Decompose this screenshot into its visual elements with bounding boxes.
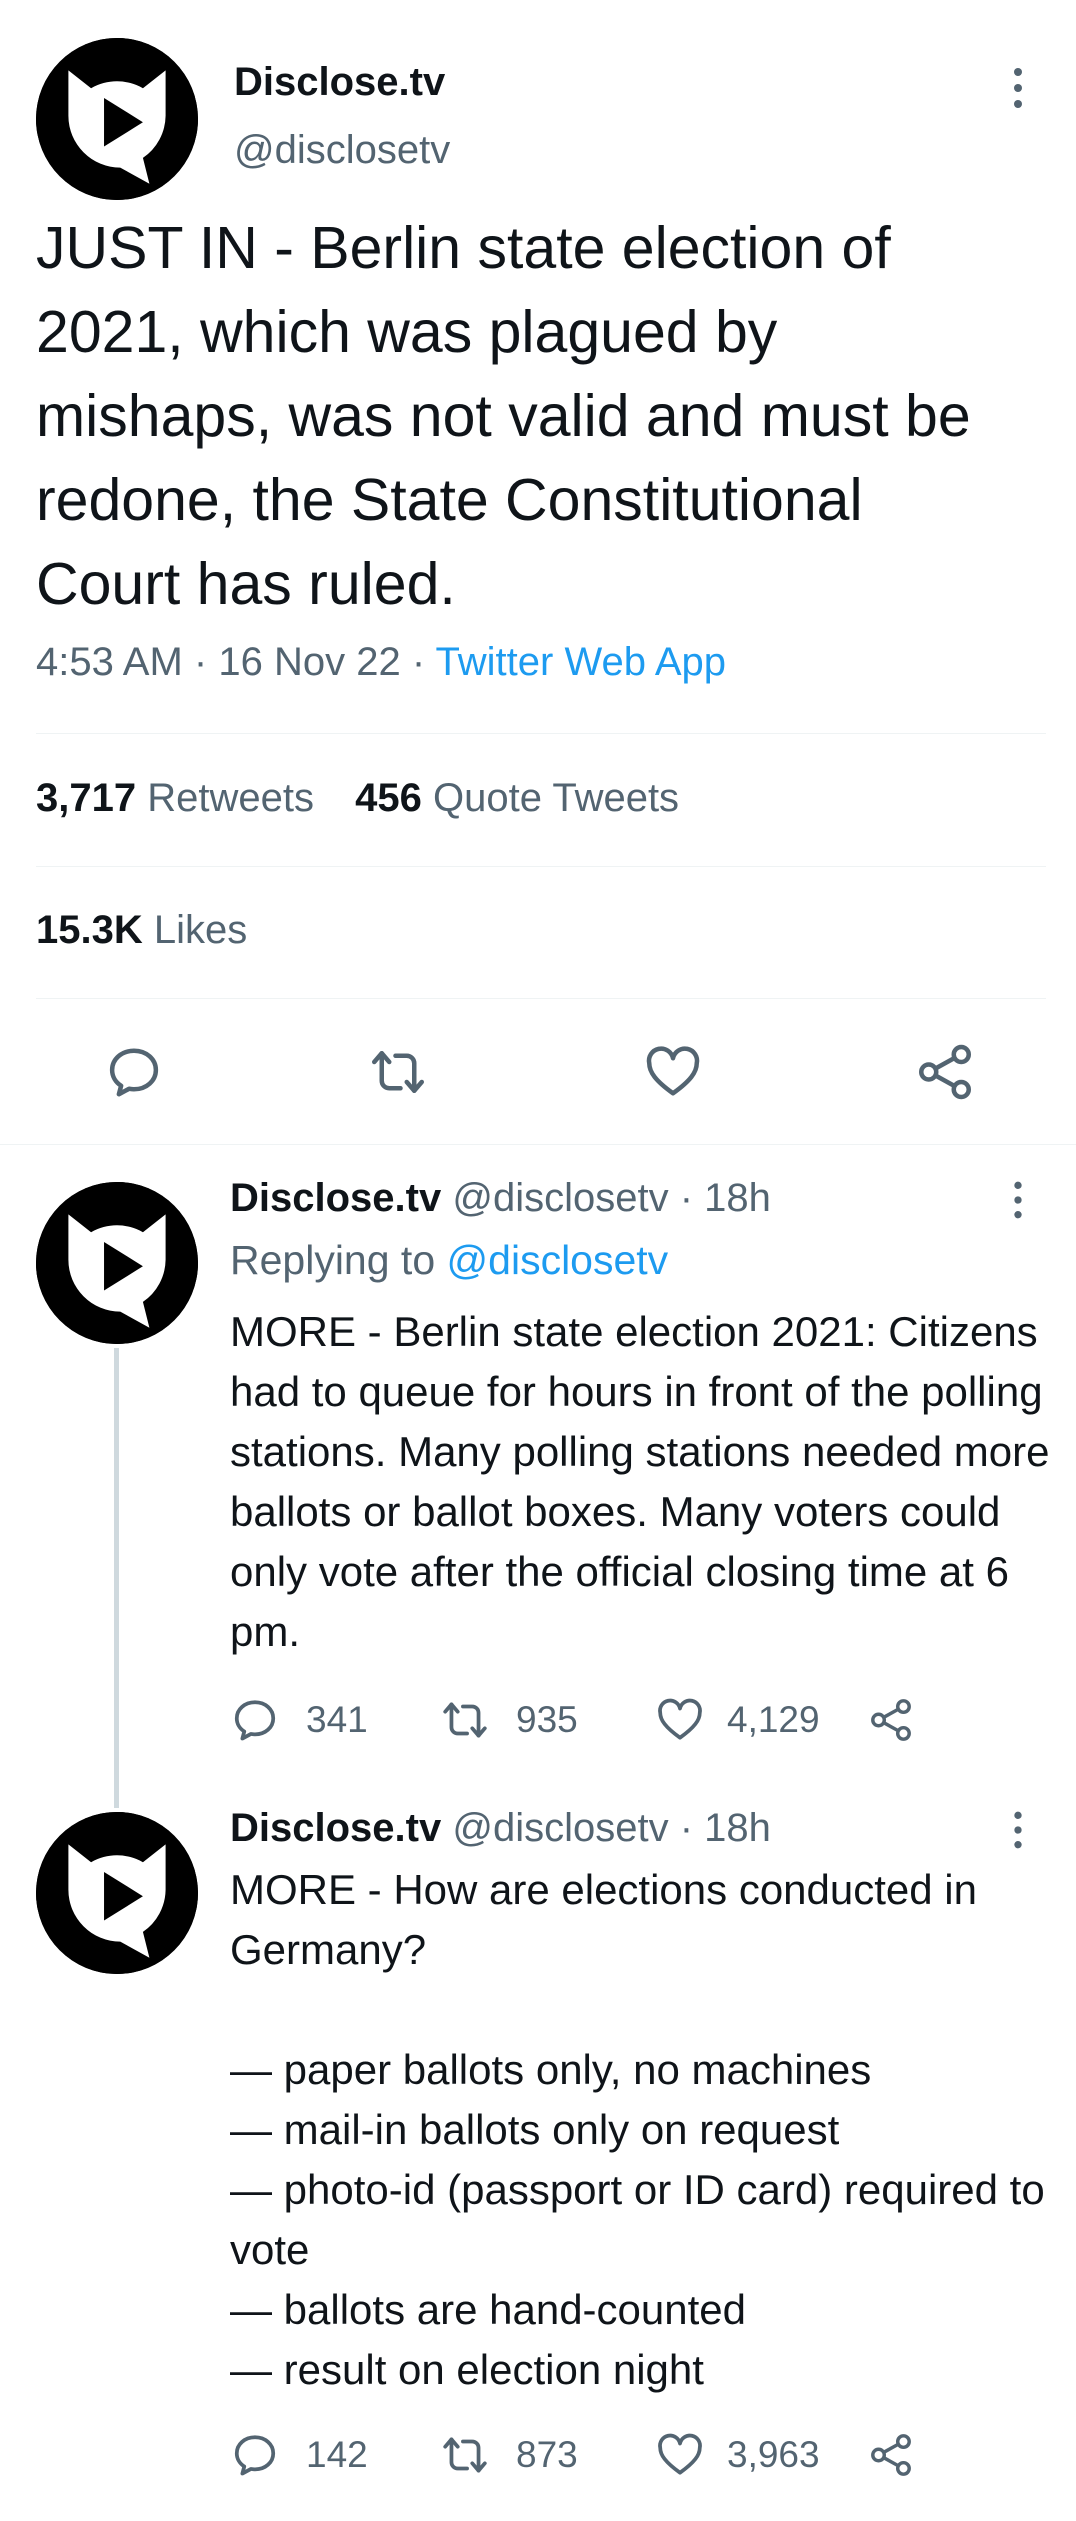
avatar[interactable] [36, 1812, 198, 1974]
replying-to: Replying to @disclosetv [230, 1237, 668, 1284]
meta-separator: · [193, 640, 208, 684]
retweet-action[interactable]: 873 [440, 2430, 578, 2480]
reply-text: MORE - How are elections conducted in Ge… [230, 1866, 1045, 2393]
like-icon [655, 2430, 705, 2480]
handle[interactable]: @disclosetv [234, 128, 450, 173]
share-action[interactable] [868, 1697, 914, 1743]
disclose-tv-logo-icon [36, 1182, 198, 1344]
reply-action[interactable]: 341 [230, 1695, 368, 1745]
more-vertical-icon[interactable] [1008, 1178, 1028, 1222]
action-like[interactable] [643, 1042, 703, 1107]
retweet-count: 873 [516, 2434, 578, 2475]
quotes-count: 456 [355, 776, 422, 820]
tweet-meta: 4:53 AM · 16 Nov 22 · Twitter Web App [36, 640, 726, 685]
reply-header: Disclose.tv @disclosetv · 18h [230, 1806, 771, 1851]
action-share[interactable] [915, 1042, 975, 1107]
tweet-date: 16 Nov 22 [218, 640, 401, 684]
divider [36, 733, 1046, 734]
share-icon [915, 1042, 975, 1102]
reply-icon [104, 1042, 164, 1102]
retweet-icon [368, 1042, 428, 1102]
likes-stat[interactable]: 15.3K Likes [36, 908, 247, 953]
retweets-label: Retweets [147, 776, 314, 820]
tweet-source-link[interactable]: Twitter Web App [436, 640, 727, 684]
like-icon [655, 1695, 705, 1745]
likes-count: 15.3K [36, 908, 143, 952]
retweets-stat[interactable]: 3,717 Retweets [36, 776, 325, 820]
handle[interactable]: @disclosetv [452, 1806, 668, 1850]
disclose-tv-logo-icon [36, 38, 198, 200]
reply-icon [230, 2430, 280, 2480]
reply-action[interactable]: 142 [230, 2430, 368, 2480]
retweet-action[interactable]: 935 [440, 1695, 578, 1745]
section-divider [0, 1144, 1076, 1145]
tweet-time[interactable]: · 18h [680, 1806, 771, 1850]
thread-line [114, 1348, 119, 1808]
tweet-text: JUST IN - Berlin state election of 2021,… [36, 215, 971, 617]
engagement-stats: 3,717 Retweets 456 Quote Tweets [36, 776, 679, 821]
like-count: 3,963 [727, 2434, 820, 2475]
more-vertical-icon[interactable] [1008, 64, 1028, 112]
tweet-time[interactable]: · 18h [680, 1176, 771, 1220]
display-name[interactable]: Disclose.tv [230, 1806, 441, 1850]
meta-separator: · [411, 640, 426, 684]
share-icon [868, 2432, 914, 2478]
reply-header: Disclose.tv @disclosetv · 18h [230, 1176, 771, 1221]
display-name[interactable]: Disclose.tv [234, 60, 445, 105]
divider [36, 866, 1046, 867]
quotes-label: Quote Tweets [432, 776, 680, 820]
like-action[interactable]: 4,129 [655, 1695, 820, 1745]
like-count: 4,129 [727, 1699, 820, 1740]
retweet-icon [440, 1695, 490, 1745]
divider [36, 998, 1046, 999]
retweet-icon [440, 2430, 490, 2480]
quotes-stat[interactable]: 456 Quote Tweets [355, 776, 679, 820]
like-action[interactable]: 3,963 [655, 2430, 820, 2480]
replying-to-link[interactable]: @disclosetv [447, 1237, 669, 1283]
like-icon [643, 1042, 703, 1102]
reply-icon [230, 1695, 280, 1745]
share-icon [868, 1697, 914, 1743]
more-vertical-icon[interactable] [1008, 1808, 1028, 1852]
reply-count: 341 [306, 1699, 368, 1740]
display-name[interactable]: Disclose.tv [230, 1176, 441, 1220]
retweet-count: 935 [516, 1699, 578, 1740]
action-reply[interactable] [104, 1042, 164, 1107]
handle[interactable]: @disclosetv [452, 1176, 668, 1220]
likes-label: Likes [153, 908, 248, 952]
avatar[interactable] [36, 1182, 198, 1344]
action-retweet[interactable] [368, 1042, 428, 1107]
tweet-time: 4:53 AM [36, 640, 183, 684]
retweets-count: 3,717 [36, 776, 137, 820]
disclose-tv-logo-icon [36, 1812, 198, 1974]
avatar[interactable] [36, 38, 198, 200]
reply-text: MORE - Berlin state election 2021: Citiz… [230, 1308, 1062, 1655]
reply-count: 142 [306, 2434, 368, 2475]
share-action[interactable] [868, 2432, 914, 2478]
replying-label: Replying to [230, 1237, 436, 1283]
